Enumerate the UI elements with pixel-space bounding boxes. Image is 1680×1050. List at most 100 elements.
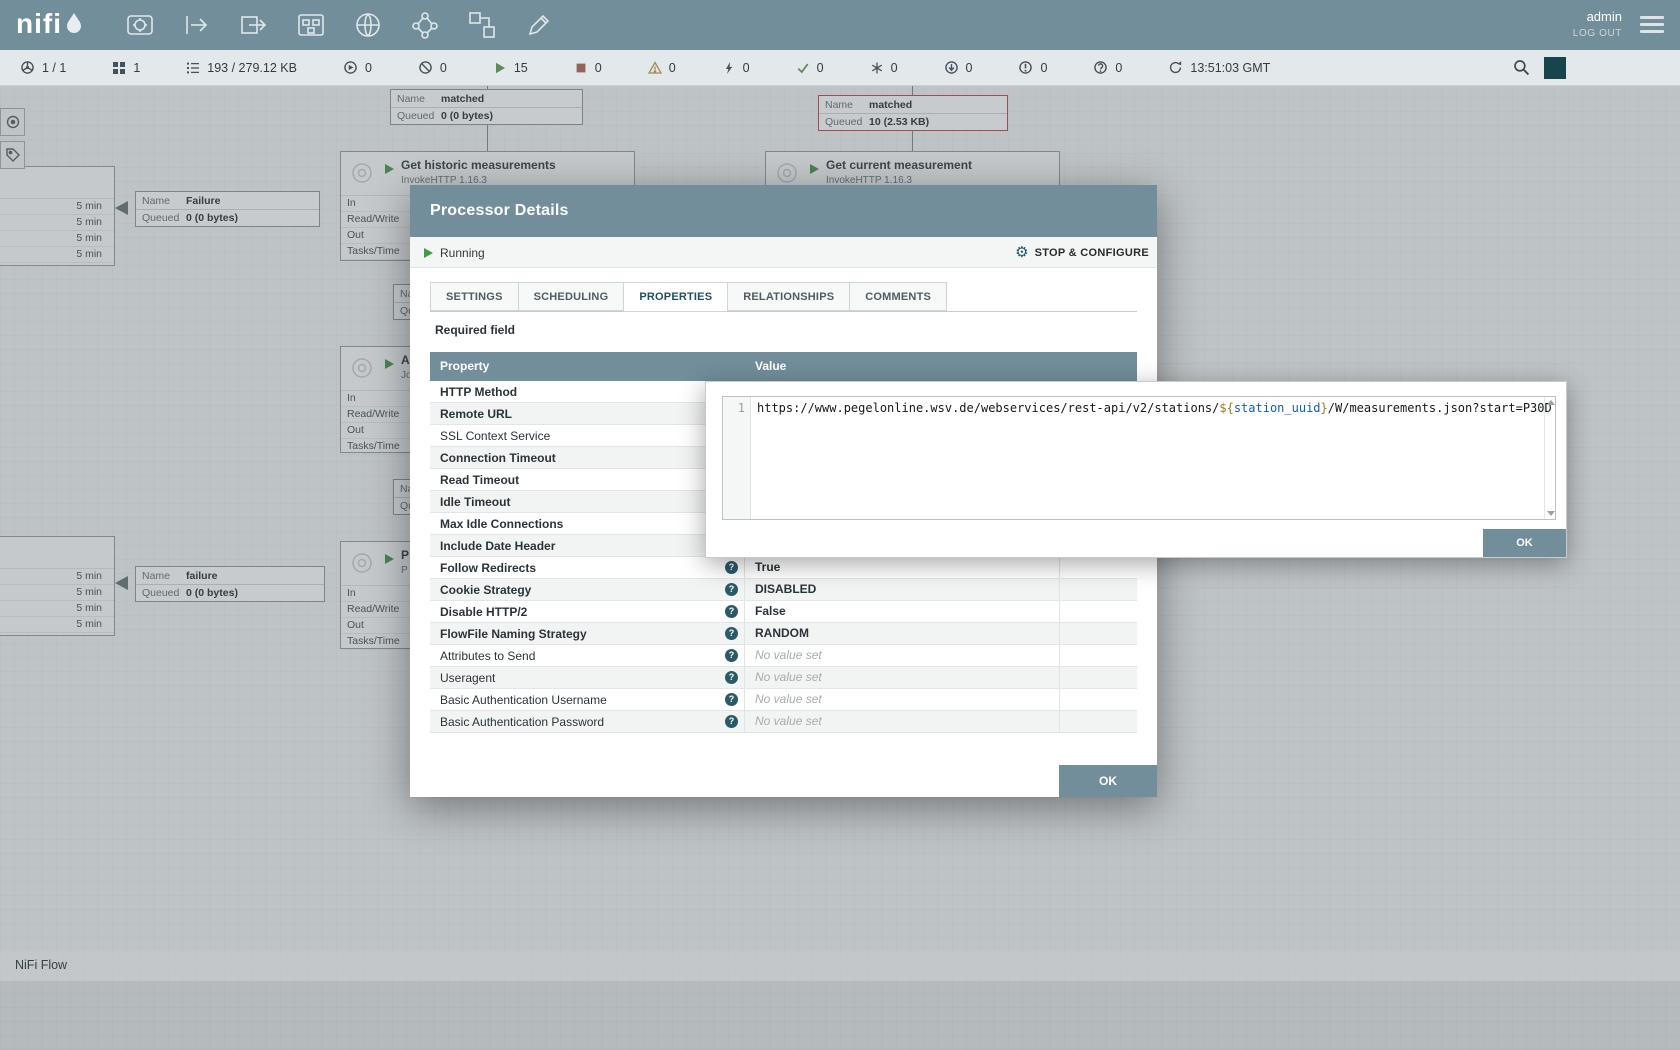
input-port-icon[interactable] [182, 10, 212, 40]
gear-icon: ⚙ [1015, 245, 1028, 260]
processor-type-icon [349, 550, 375, 581]
scroll-up-icon[interactable] [1547, 400, 1555, 405]
tab-relationships[interactable]: RELATIONSHIPS [727, 282, 849, 311]
property-row[interactable]: Disable HTTP/2? False [430, 601, 1137, 623]
property-value[interactable]: False [745, 601, 1060, 622]
help-icon[interactable]: ? [725, 649, 738, 662]
stat-timing: 5 min [76, 569, 102, 584]
connection-name-key: Name [397, 93, 441, 105]
stat-readwrite-label: Read/Write [347, 213, 399, 225]
canvas-footer [0, 981, 1680, 1050]
breadcrumb-bar: NiFi Flow [0, 950, 1680, 981]
stat-tasks-label: Tasks/Time [347, 245, 400, 257]
stop-and-configure-button[interactable]: ⚙ STOP & CONFIGURE [1015, 237, 1149, 268]
tag-tool-button[interactable] [0, 141, 25, 169]
global-menu-icon[interactable] [1640, 16, 1664, 33]
tag-icon [5, 147, 21, 163]
transmitting-icon [343, 60, 358, 75]
property-value[interactable]: No value set [745, 667, 1060, 688]
property-row[interactable]: Follow Redirects? True [430, 557, 1137, 579]
help-icon[interactable]: ? [725, 561, 738, 574]
stat-timing: 5 min [76, 231, 102, 246]
template-icon[interactable] [467, 10, 497, 40]
tab-settings[interactable]: SETTINGS [430, 282, 518, 311]
property-value[interactable]: No value set [745, 689, 1060, 710]
connection-label-highlighted[interactable]: Namematched Queued10 (2.53 KB) [818, 95, 1008, 131]
cluster-icon [20, 60, 35, 75]
properties-table-header: Property Value [430, 352, 1137, 381]
label-icon[interactable] [524, 10, 554, 40]
threads-icon [112, 61, 126, 75]
column-value: Value [745, 352, 1060, 381]
property-row[interactable]: Attributes to Send? No value set [430, 645, 1137, 667]
help-icon[interactable]: ? [725, 693, 738, 706]
property-label: FlowFile Naming Strategy [440, 627, 587, 641]
remote-process-group-icon[interactable] [353, 10, 383, 40]
property-value[interactable]: No value set [745, 645, 1060, 666]
processor-partial[interactable]: 5 min 5 min 5 min 5 min [0, 536, 115, 636]
property-row[interactable]: Basic Authentication Password? No value … [430, 711, 1137, 733]
property-row[interactable]: FlowFile Naming Strategy? RANDOM [430, 623, 1137, 645]
editor-line-number: 1 [723, 397, 751, 519]
help-icon[interactable]: ? [725, 715, 738, 728]
property-label: Attributes to Send [440, 649, 535, 663]
circle-tool-button[interactable] [0, 108, 25, 136]
connection-queued-value: 10 (2.53 KB) [869, 116, 929, 128]
processor-icon[interactable] [125, 10, 155, 40]
property-row[interactable]: Cookie Strategy? DISABLED [430, 579, 1137, 601]
threads-count: 1 [133, 61, 140, 75]
property-value[interactable]: RANDOM [745, 623, 1060, 644]
stat-timing: 5 min [76, 215, 102, 230]
not-transmitting-status: 0 [418, 60, 447, 75]
property-value[interactable]: DISABLED [745, 579, 1060, 600]
connection-label[interactable]: Namematched Queued0 (0 bytes) [390, 89, 583, 125]
output-port-icon[interactable] [239, 10, 269, 40]
tab-comments[interactable]: COMMENTS [849, 282, 947, 311]
url-text: https://www.pegelonline.wsv.de/webservic… [757, 401, 1219, 415]
dialog-ok-button[interactable]: OK [1059, 765, 1157, 797]
transmitting-count: 0 [365, 61, 372, 75]
property-row[interactable]: Basic Authentication Username? No value … [430, 689, 1137, 711]
refresh-status[interactable]: 13:51:03 GMT [1168, 60, 1270, 75]
editor-code-input[interactable]: https://www.pegelonline.wsv.de/webservic… [751, 397, 1555, 519]
connection-name-value: Failure [186, 195, 220, 207]
up-to-date-status: 0 [796, 61, 824, 75]
connection-queued-key: Queued [142, 212, 186, 224]
breadcrumb[interactable]: NiFi Flow [15, 950, 67, 981]
funnel-icon[interactable] [410, 10, 440, 40]
property-value[interactable]: No value set [745, 711, 1060, 732]
property-row[interactable]: Useragent? No value set [430, 667, 1137, 689]
scroll-down-icon[interactable] [1547, 511, 1555, 516]
stat-in-label: In [347, 392, 356, 404]
locally-modified-stale-count: 0 [1040, 61, 1047, 75]
el-variable: station_uuid [1234, 401, 1321, 415]
active-threads-status: 1 [112, 61, 140, 75]
processor-partial[interactable]: 5 min 5 min 5 min 5 min [0, 166, 115, 266]
connection-label-failure[interactable]: NameFailure Queued0 (0 bytes) [135, 191, 320, 227]
help-icon[interactable]: ? [725, 605, 738, 618]
stopped-status: 0 [574, 61, 602, 75]
refresh-icon[interactable] [1168, 60, 1183, 75]
property-label: Basic Authentication Username [440, 693, 607, 707]
logout-link[interactable]: LOG OUT [1573, 28, 1622, 39]
editor-scrollbar[interactable] [1544, 397, 1555, 519]
disabled-status: 0 [722, 61, 750, 75]
property-label: Read Timeout [440, 473, 519, 487]
help-icon[interactable]: ? [725, 583, 738, 596]
editor-ok-button[interactable]: OK [1483, 529, 1566, 557]
tab-properties[interactable]: PROPERTIES [623, 282, 727, 312]
search-icon[interactable] [1513, 59, 1530, 76]
locally-modified-stale-icon [1018, 60, 1033, 75]
connection-name-key: Name [825, 99, 869, 111]
tab-scheduling[interactable]: SCHEDULING [518, 282, 624, 311]
running-indicator-icon [385, 359, 394, 369]
app-header: nifi admin LOG OUT [0, 0, 1680, 50]
process-group-icon[interactable] [296, 10, 326, 40]
processor-type-icon [349, 160, 375, 191]
sync-failure-count: 0 [1115, 61, 1122, 75]
dark-square-button[interactable] [1544, 57, 1566, 79]
help-icon[interactable]: ? [725, 671, 738, 684]
connection-label-failure[interactable]: Namefailure Queued0 (0 bytes) [135, 566, 325, 602]
help-icon[interactable]: ? [725, 627, 738, 640]
property-value[interactable]: True [745, 557, 1060, 578]
